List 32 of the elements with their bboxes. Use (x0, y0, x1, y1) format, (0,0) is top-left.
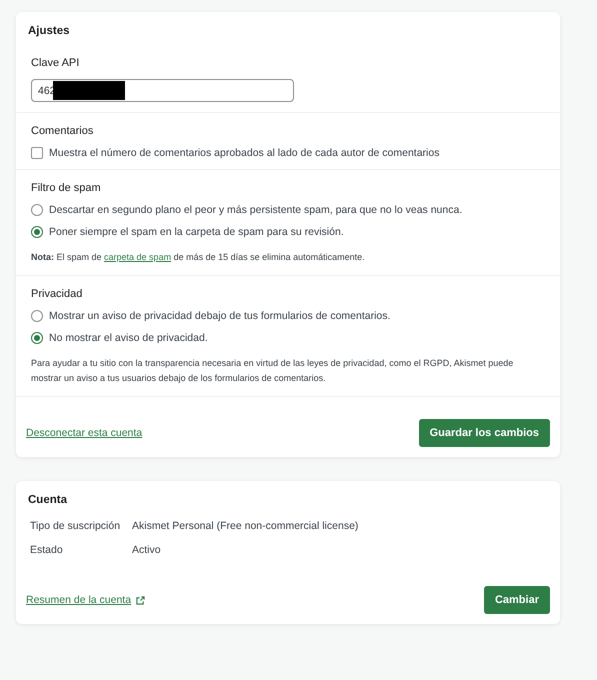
card-title: Cuenta (27, 493, 68, 508)
row-value: Akismet Personal (Free non-commercial license) (132, 520, 360, 532)
radio-button[interactable] (31, 332, 43, 344)
change-button[interactable]: Cambiar (484, 586, 550, 614)
radio-option[interactable]: No mostrar el aviso de privacidad. (31, 332, 545, 344)
account-summary-link[interactable]: Resumen de la cuenta (26, 594, 146, 606)
section-title: Filtro de spam (31, 182, 102, 194)
option-label: Poner siempre el spam en la carpeta de spam para su revisión. (49, 226, 344, 238)
option-label: No mostrar el aviso de privacidad. (49, 332, 208, 344)
radio-option[interactable]: Mostrar un aviso de privacidad debajo de tus formularios de comentarios. (31, 310, 545, 322)
option-label: Mostrar un aviso de privacidad debajo de tus formularios de comentarios. (49, 310, 390, 322)
help-text: Para ayudar a tu sitio con la transparencia necesaria en virtud de las leyes de privacidad, como el RGPD, Akismet puede mostrar un aviso a tus usuarios debajo de los formularios de comentarios. (31, 357, 514, 385)
field-label: Clave API (31, 57, 80, 69)
external-link-icon (136, 596, 146, 604)
radio-button[interactable] (31, 310, 43, 322)
option-label: Descartar en segundo plano el peor y más persistente spam, para que no lo veas nunca. (49, 204, 462, 216)
row-label: Estado (30, 544, 64, 556)
radio-button[interactable] (31, 226, 43, 238)
note-text: Nota: El spam de carpeta de spam de más de 15 días se elimina automáticamente. (31, 251, 366, 264)
row-label: Tipo de suscripción (30, 520, 122, 532)
checkbox[interactable] (31, 147, 43, 159)
radio-option[interactable]: Descartar en segundo plano el peor y más persistente spam, para que no lo veas nunca. (31, 204, 545, 216)
radio-button[interactable] (31, 204, 43, 216)
save-button[interactable]: Guardar los cambios (418, 419, 550, 447)
section-title: Privacidad (31, 288, 84, 300)
radio-option[interactable]: Poner siempre el spam en la carpeta de spam para su revisión. (31, 226, 545, 238)
section-title: Comentarios (31, 125, 94, 137)
checkbox-label: Muestra el número de comentarios aprobados al lado de cada autor de comentarios (49, 147, 440, 159)
card-title: Ajustes (27, 24, 71, 39)
spam-folder-link[interactable]: carpeta de spam (104, 252, 172, 262)
disconnect-link[interactable]: Desconectar esta cuenta (26, 427, 142, 439)
row-value: Activo (132, 544, 162, 556)
